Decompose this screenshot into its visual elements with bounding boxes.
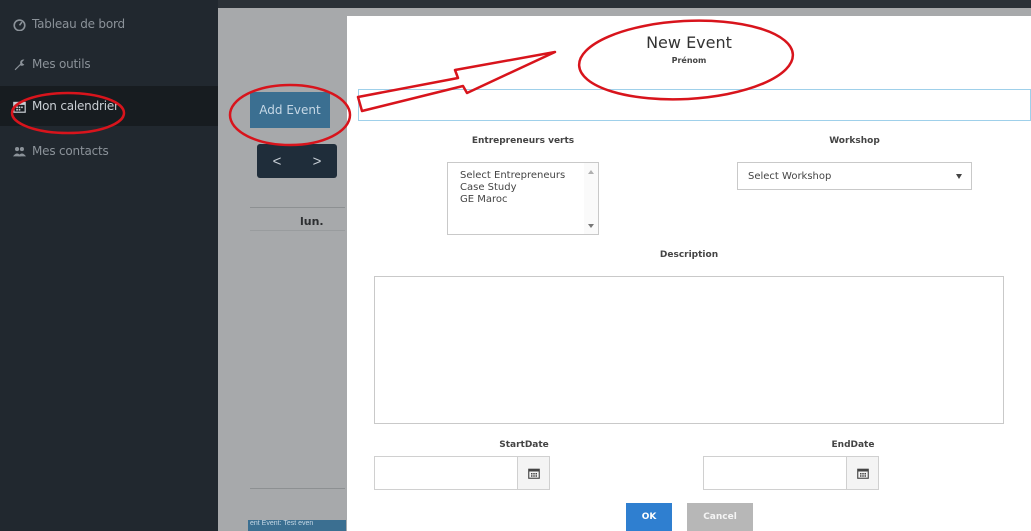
end-date-picker-button[interactable] <box>846 457 878 489</box>
calendar-icon <box>856 468 869 479</box>
calendar-day-column[interactable] <box>250 230 345 488</box>
end-date-input[interactable] <box>703 456 879 490</box>
chevron-down-icon <box>956 174 962 179</box>
sidebar: Tableau de bord Mes outils Mon calendrie… <box>0 0 218 531</box>
workshop-label: Workshop <box>829 136 880 146</box>
end-date-label: EndDate <box>831 440 875 450</box>
calendar-event[interactable]: ent Event: Test even <box>248 520 346 531</box>
divider <box>250 488 345 489</box>
users-icon <box>12 144 26 158</box>
start-date-input[interactable] <box>374 456 550 490</box>
entrepreneurs-select[interactable]: Select Entrepreneurs Case Study GE Maroc <box>447 162 599 235</box>
scroll-up-icon[interactable] <box>588 170 594 174</box>
start-date-picker-button[interactable] <box>517 457 549 489</box>
entrepreneurs-option[interactable]: GE Maroc <box>448 194 598 206</box>
description-textarea[interactable] <box>374 276 1004 424</box>
sidebar-item-label: Mon calendrier <box>32 99 119 113</box>
prev-button[interactable]: < <box>273 153 282 170</box>
workshop-select[interactable]: Select Workshop <box>737 162 972 190</box>
scroll-down-icon[interactable] <box>588 224 594 228</box>
prenom-label: Prénom <box>671 56 707 65</box>
sidebar-item-label: Mes contacts <box>32 144 109 158</box>
sidebar-item-mon-calendrier[interactable]: Mon calendrier <box>0 86 218 126</box>
sidebar-item-label: Tableau de bord <box>32 17 125 31</box>
calendar-icon <box>12 99 26 113</box>
sidebar-item-mes-outils[interactable]: Mes outils <box>0 44 218 84</box>
workshop-selected-value: Select Workshop <box>748 170 832 182</box>
divider <box>250 207 345 208</box>
entrepreneurs-option[interactable]: Case Study <box>448 182 598 194</box>
calendar-nav: < > <box>257 144 337 178</box>
dashboard-icon <box>12 17 26 31</box>
prenom-input[interactable] <box>358 89 1031 121</box>
sidebar-item-tableau-de-bord[interactable]: Tableau de bord <box>0 4 218 44</box>
modal-title: New Event <box>646 33 732 52</box>
day-header: lun. <box>300 215 324 228</box>
entrepreneurs-option[interactable]: Select Entrepreneurs <box>448 170 598 182</box>
calendar-icon <box>527 468 540 479</box>
cancel-button[interactable]: Cancel <box>687 503 753 531</box>
sidebar-item-label: Mes outils <box>32 57 91 71</box>
new-event-modal: New Event Prénom Entrepreneurs verts Sel… <box>347 16 1031 531</box>
next-button[interactable]: > <box>313 153 322 170</box>
add-event-button[interactable]: Add Event <box>250 92 330 128</box>
top-bar <box>218 0 1031 8</box>
sidebar-item-mes-contacts[interactable]: Mes contacts <box>0 131 218 171</box>
ok-button[interactable]: OK <box>626 503 672 531</box>
entrepreneurs-label: Entrepreneurs verts <box>471 136 575 146</box>
scrollbar[interactable] <box>584 163 598 234</box>
wrench-icon <box>12 57 26 71</box>
description-label: Description <box>659 250 719 260</box>
start-date-label: StartDate <box>499 440 549 450</box>
